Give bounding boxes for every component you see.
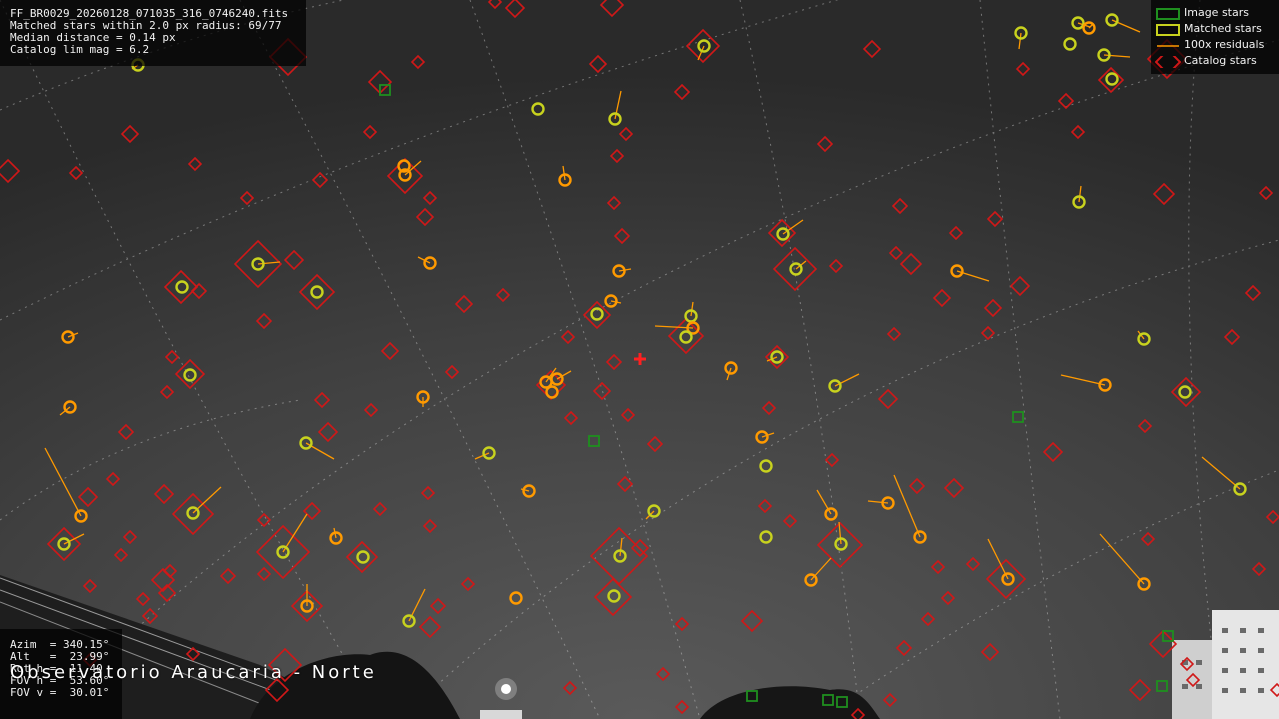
catalog-limiting-magnitude: Catalog lim mag = 6.2	[10, 43, 150, 56]
yellow-square-icon	[1156, 24, 1180, 36]
orange-line-icon	[1157, 45, 1179, 47]
red-diamond-icon	[1155, 56, 1181, 68]
fov-vertical-readout: FOV v = 30.01°	[10, 686, 110, 699]
green-square-icon	[1156, 8, 1180, 20]
legend-catalog-stars: Catalog stars	[1151, 55, 1279, 69]
info-panel: FF_BR0029_20260128_071035_316_0746240.fi…	[0, 0, 306, 66]
legend-image-stars: Image stars	[1151, 7, 1279, 21]
station-label: Observatorio Araucaria - Norte	[10, 662, 377, 683]
sky-image	[0, 0, 1279, 719]
legend-matched-stars: Matched stars	[1151, 23, 1279, 37]
legend-panel: Image stars Matched stars 100x residuals…	[1151, 0, 1279, 74]
legend-residuals: 100x residuals	[1151, 39, 1279, 53]
